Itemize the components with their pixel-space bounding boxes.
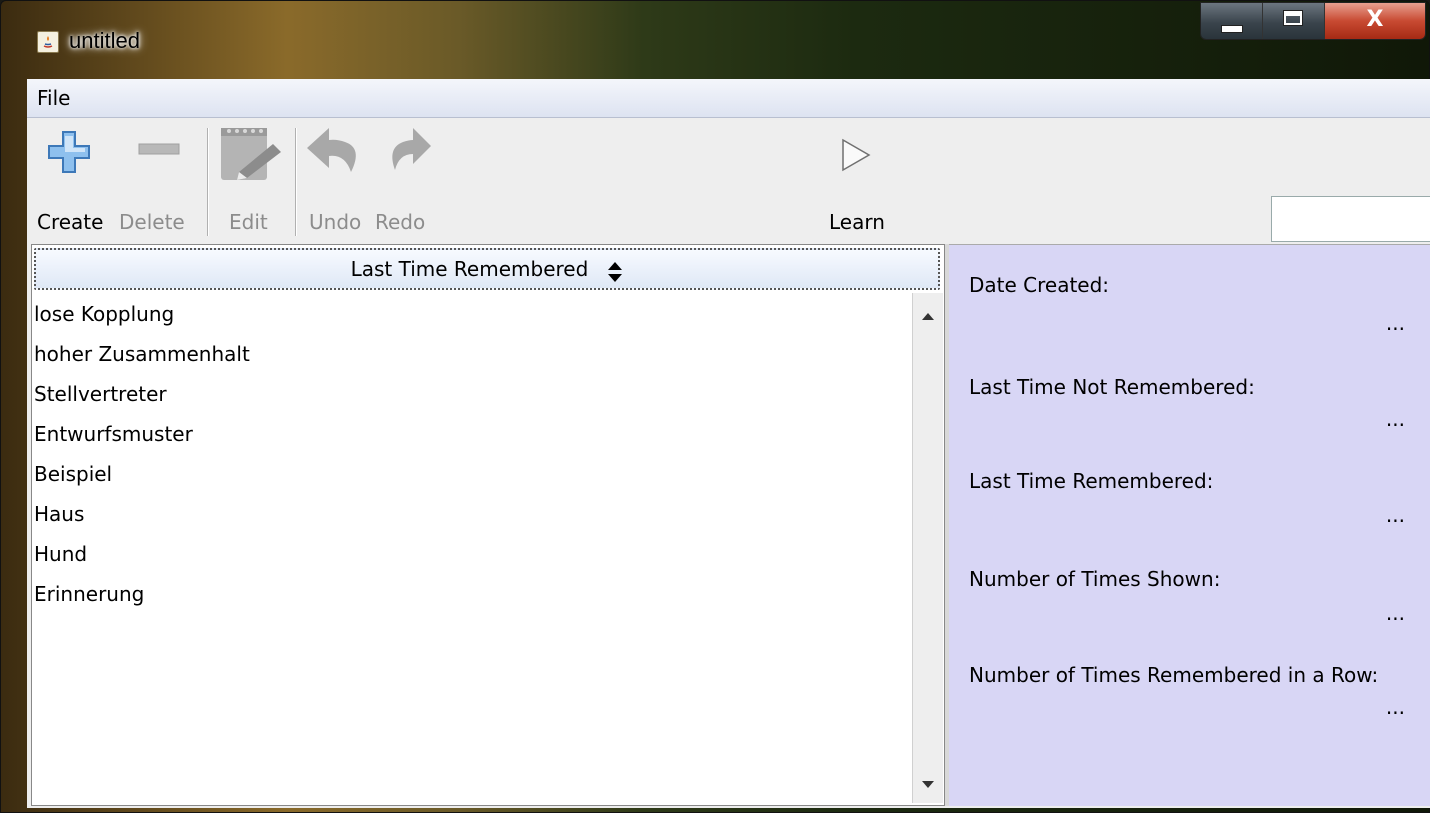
scroll-up-icon[interactable] — [922, 313, 934, 320]
close-button[interactable]: X — [1325, 3, 1425, 39]
column-header-last-time-remembered[interactable]: Last Time Remembered — [34, 248, 940, 290]
remembered-in-row-value: ... — [1385, 695, 1405, 719]
list-item[interactable]: Beispiel — [32, 457, 912, 497]
card-list-panel: Last Time Remembered lose Kopplung hoher… — [31, 244, 945, 806]
redo-button[interactable]: Redo — [369, 118, 439, 243]
delete-label: Delete — [119, 210, 185, 234]
create-button[interactable]: Create — [33, 118, 107, 243]
menu-file[interactable]: File — [37, 86, 70, 110]
scroll-down-icon[interactable] — [922, 781, 934, 788]
plus-icon — [48, 131, 90, 173]
details-panel: Date Created: ... Last Time Not Remember… — [949, 244, 1430, 806]
app-window: untitled X File Create Delete Edit Undo … — [0, 0, 1430, 813]
date-created-value: ... — [1385, 311, 1405, 335]
remembered-in-row-label: Number of Times Remembered in a Row: — [969, 663, 1379, 687]
title-bar[interactable]: untitled X — [1, 1, 1430, 85]
maximize-icon — [1283, 10, 1303, 26]
last-remembered-value: ... — [1385, 503, 1405, 527]
list-item[interactable]: Hund — [32, 537, 912, 577]
notepad-pencil-icon — [221, 128, 281, 180]
times-shown-label: Number of Times Shown: — [969, 567, 1221, 591]
maximize-button[interactable] — [1263, 3, 1325, 39]
search-input[interactable] — [1271, 196, 1430, 242]
edit-button[interactable]: Edit — [213, 118, 293, 243]
toolbar: Create Delete Edit Undo Redo Learn — [27, 118, 1430, 243]
column-header-label: Last Time Remembered — [350, 257, 589, 281]
window-controls: X — [1200, 2, 1426, 40]
times-shown-value: ... — [1385, 601, 1405, 625]
edit-label: Edit — [229, 210, 268, 234]
sort-icon — [608, 261, 623, 282]
undo-button[interactable]: Undo — [303, 118, 369, 243]
undo-arrow-icon — [307, 128, 356, 172]
minimize-icon — [1221, 25, 1243, 33]
card-list: lose Kopplung hoher Zusammenhalt Stellve… — [32, 297, 912, 617]
delete-button[interactable]: Delete — [119, 118, 199, 243]
list-item[interactable]: lose Kopplung — [32, 297, 912, 337]
list-item[interactable]: Stellvertreter — [32, 377, 912, 417]
redo-label: Redo — [375, 210, 426, 234]
client-area: File Create Delete Edit Undo Redo Learn … — [27, 79, 1430, 808]
minus-icon — [138, 143, 180, 155]
toolbar-separator — [295, 128, 297, 236]
last-remembered-label: Last Time Remembered: — [969, 469, 1214, 493]
minimize-button[interactable] — [1201, 3, 1263, 39]
learn-button[interactable]: Learn — [823, 118, 895, 243]
list-item[interactable]: Erinnerung — [32, 577, 912, 617]
close-icon: X — [1366, 7, 1384, 32]
java-app-icon[interactable] — [37, 31, 59, 53]
learn-label: Learn — [829, 210, 885, 234]
list-item[interactable]: Entwurfsmuster — [32, 417, 912, 457]
last-not-remembered-label: Last Time Not Remembered: — [969, 375, 1255, 399]
last-not-remembered-value: ... — [1385, 407, 1405, 431]
redo-arrow-icon — [392, 128, 431, 170]
toolbar-separator — [207, 128, 209, 236]
date-created-label: Date Created: — [969, 273, 1110, 297]
list-item[interactable]: Haus — [32, 497, 912, 537]
create-label: Create — [37, 210, 104, 234]
undo-label: Undo — [309, 210, 362, 234]
window-title: untitled — [69, 28, 140, 53]
play-icon — [842, 138, 871, 172]
list-item[interactable]: hoher Zusammenhalt — [32, 337, 912, 377]
menu-bar: File — [27, 79, 1430, 118]
vertical-scrollbar[interactable] — [912, 293, 943, 803]
